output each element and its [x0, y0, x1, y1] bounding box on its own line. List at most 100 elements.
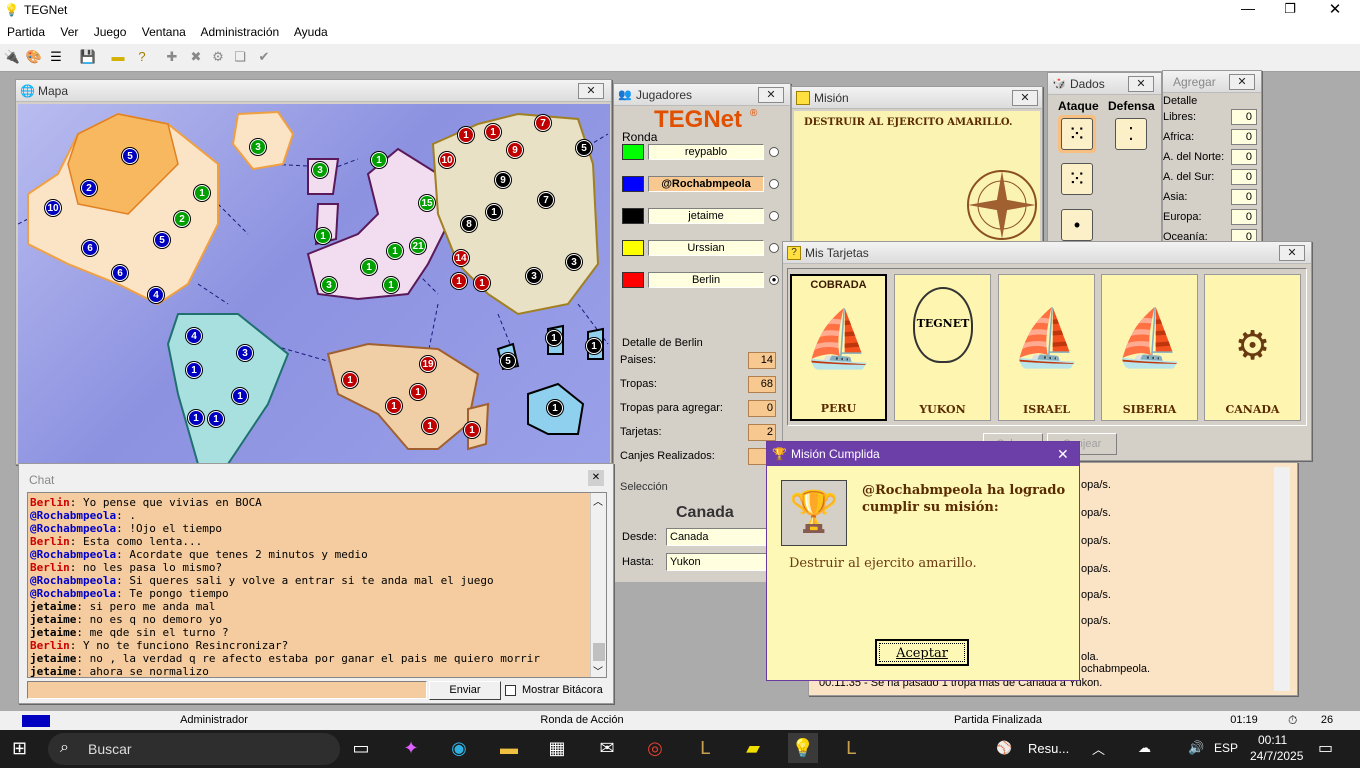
league-icon[interactable]: Ⅼ: [690, 733, 720, 763]
copilot-icon[interactable]: ✦: [396, 733, 426, 763]
clock-text[interactable]: 00:11: [1258, 733, 1287, 747]
troop-marker[interactable]: 1: [194, 185, 210, 201]
troop-marker[interactable]: 2: [81, 180, 97, 196]
troop-marker[interactable]: 1: [232, 388, 248, 404]
close-icon[interactable]: ✕: [1057, 442, 1069, 466]
list-icon[interactable]: ☰: [46, 47, 66, 67]
send-button[interactable]: Enviar: [429, 681, 501, 700]
menu-ayuda[interactable]: Ayuda: [294, 25, 328, 39]
chat-input[interactable]: [27, 681, 427, 699]
close-icon[interactable]: ✕: [578, 83, 604, 99]
troop-marker[interactable]: 3: [321, 277, 337, 293]
color-icon[interactable]: 🎨: [24, 47, 44, 67]
close-icon[interactable]: ✕: [758, 87, 784, 103]
scroll-down-icon[interactable]: ﹀: [593, 663, 603, 678]
troop-marker[interactable]: 1: [586, 338, 602, 354]
help-icon[interactable]: ?: [132, 47, 152, 67]
troop-marker[interactable]: 1: [386, 398, 402, 414]
task-view-icon[interactable]: ▭: [346, 733, 376, 763]
player-radio[interactable]: [769, 179, 779, 189]
troop-marker[interactable]: 3: [312, 162, 328, 178]
troop-marker[interactable]: 6: [82, 240, 98, 256]
menu-administracion[interactable]: Administración: [201, 25, 280, 39]
card-yukon[interactable]: TEGNET YUKON: [894, 274, 991, 421]
add-icon[interactable]: ✚: [162, 47, 182, 67]
maximize-icon[interactable]: ❐: [1282, 1, 1298, 16]
chrome-icon[interactable]: ◎: [640, 733, 670, 763]
troop-marker[interactable]: 1: [208, 411, 224, 427]
troop-marker[interactable]: 6: [112, 265, 128, 281]
menu-juego[interactable]: Juego: [94, 25, 127, 39]
player-radio[interactable]: [769, 243, 779, 253]
mail-icon[interactable]: ✉: [592, 733, 622, 763]
card-icon[interactable]: ▬: [108, 47, 128, 67]
troop-marker[interactable]: 9: [495, 172, 511, 188]
edge-icon[interactable]: ◉: [444, 733, 474, 763]
troop-marker[interactable]: 3: [526, 268, 542, 284]
windows-start-icon[interactable]: ⊞: [12, 738, 27, 759]
notes-icon[interactable]: ▰: [738, 733, 768, 763]
menu-ver[interactable]: Ver: [60, 25, 78, 39]
troop-marker[interactable]: 2: [174, 211, 190, 227]
troop-marker[interactable]: 1: [361, 259, 377, 275]
accept-button[interactable]: Aceptar: [875, 639, 969, 666]
lang-text[interactable]: ESP: [1214, 741, 1238, 755]
troop-marker[interactable]: 3: [566, 254, 582, 270]
troop-marker[interactable]: 7: [535, 115, 551, 131]
copy-icon[interactable]: ❏: [230, 47, 250, 67]
world-map[interactable]: [18, 104, 610, 464]
news-icon[interactable]: ⚾: [996, 740, 1012, 756]
menu-ventana[interactable]: Ventana: [142, 25, 186, 39]
close-icon[interactable]: ✕: [1229, 74, 1255, 90]
troop-marker[interactable]: 1: [547, 400, 563, 416]
settings-icon[interactable]: ⚙: [208, 47, 228, 67]
troop-marker[interactable]: 4: [148, 287, 164, 303]
troop-marker[interactable]: 1: [186, 362, 202, 378]
troop-marker[interactable]: 1: [474, 275, 490, 291]
troop-marker[interactable]: 4: [186, 328, 202, 344]
league2-icon[interactable]: Ⅼ: [836, 733, 866, 763]
news-text[interactable]: Resu...: [1028, 741, 1069, 756]
troop-marker[interactable]: 1: [410, 384, 426, 400]
player-radio[interactable]: ●: [769, 275, 779, 285]
troop-marker[interactable]: 5: [122, 148, 138, 164]
troop-marker[interactable]: 1: [371, 152, 387, 168]
scroll-up-icon[interactable]: ︿: [593, 493, 603, 508]
chat-scrollbar[interactable]: ︿ ﹀: [590, 493, 606, 678]
bitacora-checkbox[interactable]: [505, 685, 516, 696]
troop-marker[interactable]: 8: [461, 216, 477, 232]
troop-marker[interactable]: 1: [546, 330, 562, 346]
card-canada[interactable]: ⚙ CANADA: [1204, 274, 1301, 421]
scroll-thumb[interactable]: [593, 643, 605, 661]
taskbar-search[interactable]: ⌕ Buscar: [48, 733, 340, 765]
troop-marker[interactable]: 5: [500, 353, 516, 369]
connect-icon[interactable]: 🔌: [2, 47, 22, 67]
card-peru[interactable]: COBRADA ⛵ PERU: [790, 274, 887, 421]
save-icon[interactable]: 💾: [78, 47, 98, 67]
troop-marker[interactable]: 3: [250, 139, 266, 155]
menu-partida[interactable]: Partida: [7, 25, 45, 39]
card-siberia[interactable]: ⛵ SIBERIA: [1101, 274, 1198, 421]
troop-marker[interactable]: 10: [439, 152, 455, 168]
tegnet-taskbar-icon[interactable]: 💡: [788, 733, 818, 763]
troop-marker[interactable]: 3: [237, 345, 253, 361]
troop-marker[interactable]: 10: [45, 200, 61, 216]
explorer-icon[interactable]: ▬: [494, 733, 524, 763]
desde-field[interactable]: Canada: [666, 528, 778, 546]
close-icon[interactable]: ✕: [1012, 90, 1038, 106]
close-icon[interactable]: ✕: [1128, 76, 1154, 92]
close-icon[interactable]: ✕: [1326, 0, 1344, 18]
store-icon[interactable]: ▦: [542, 733, 572, 763]
date-text[interactable]: 24/7/2025: [1250, 749, 1303, 763]
tray-chevron-icon[interactable]: ︿: [1092, 739, 1105, 758]
troop-marker[interactable]: 5: [576, 140, 592, 156]
troop-marker[interactable]: 1: [188, 410, 204, 426]
volume-icon[interactable]: 🔊: [1188, 740, 1204, 756]
troop-marker[interactable]: 14: [453, 250, 469, 266]
troop-marker[interactable]: 1: [464, 422, 480, 438]
troop-marker[interactable]: 5: [154, 232, 170, 248]
troop-marker[interactable]: 1: [342, 372, 358, 388]
troop-marker[interactable]: 1: [383, 277, 399, 293]
check-icon[interactable]: ✔: [254, 47, 274, 67]
troop-marker[interactable]: 9: [507, 142, 523, 158]
